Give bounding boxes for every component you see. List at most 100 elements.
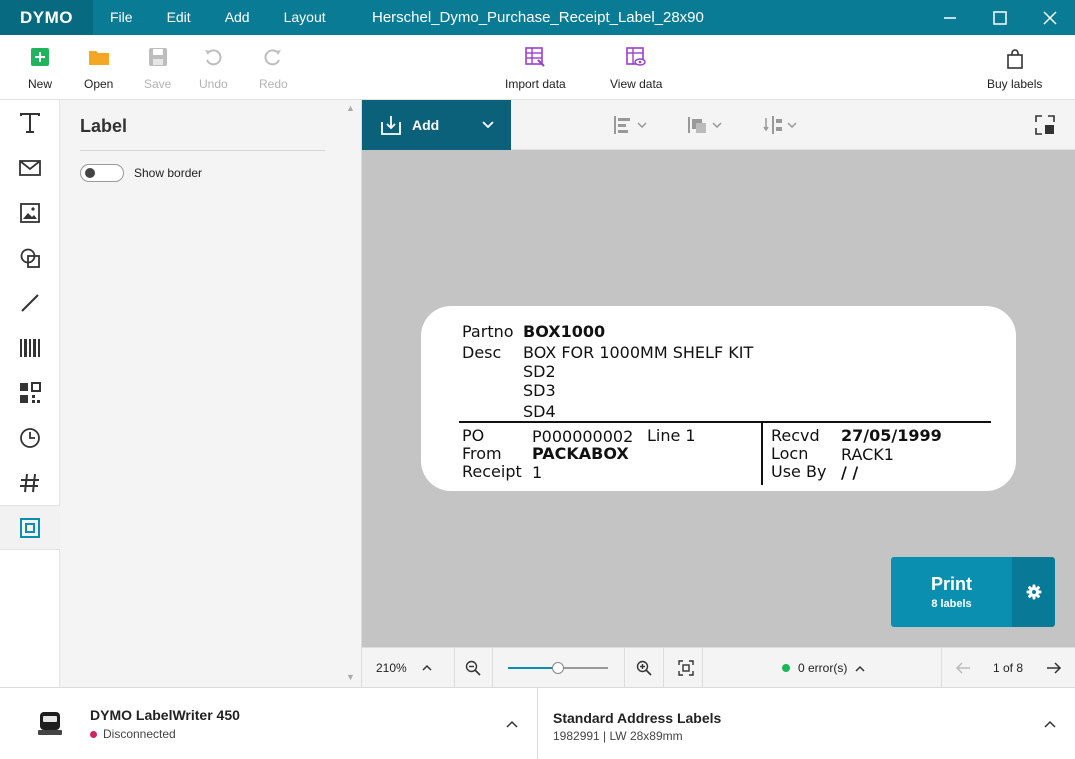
new-icon [28, 45, 52, 69]
chevron-up-icon[interactable] [506, 720, 518, 728]
maximize-button[interactable] [975, 0, 1025, 35]
previous-page-icon[interactable] [955, 662, 971, 674]
locn-value: RACK1 [841, 445, 894, 464]
chevron-down-icon [637, 122, 647, 128]
print-settings-button[interactable] [1012, 557, 1055, 627]
buy-labels-button[interactable]: Buy labels [987, 47, 1042, 91]
zoom-slider-thumb[interactable] [552, 662, 564, 674]
undo-label: Undo [199, 77, 228, 91]
add-label: Add [412, 117, 440, 133]
errors-indicator[interactable]: 0 error(s) [782, 661, 865, 675]
zoom-bar: 210% 0 error(s) 1 of 8 [362, 647, 1075, 688]
useby-value: / / [841, 463, 859, 482]
align-dropdown[interactable] [613, 115, 647, 135]
arrange-dropdown[interactable] [688, 115, 722, 135]
main-toolbar: New Open Save Undo Redo Import data View… [0, 35, 1075, 100]
rail-qr-code[interactable] [0, 370, 60, 415]
dymo-logo: DYMO [0, 0, 93, 35]
shopping-bag-icon [1003, 47, 1027, 71]
import-data-button[interactable]: Import data [505, 45, 566, 91]
chevron-down-icon[interactable] [482, 121, 494, 129]
desc-line-3: SD3 [523, 381, 556, 400]
desc-line-2: SD2 [523, 362, 556, 381]
rail-counter[interactable] [0, 460, 60, 505]
chevron-up-icon[interactable] [1044, 720, 1056, 728]
scroll-down-arrow[interactable]: ▼ [346, 672, 355, 682]
view-data-button[interactable]: View data [610, 45, 662, 91]
page-indicator: 1 of 8 [993, 661, 1024, 675]
from-key: From [462, 444, 502, 463]
undo-button[interactable]: Undo [199, 45, 228, 91]
print-button[interactable]: Print 8 labels [891, 557, 1012, 627]
qr-code-icon [20, 381, 41, 403]
menu-edit[interactable]: Edit [150, 0, 208, 35]
status-bar: DYMO LabelWriter 450 Disconnected Standa… [0, 687, 1075, 759]
show-border-toggle[interactable] [80, 164, 124, 182]
next-page-icon[interactable] [1046, 662, 1062, 674]
title-bar: DYMO File Edit Add Layout Herschel_Dymo_… [0, 0, 1075, 35]
rail-image[interactable] [0, 190, 60, 235]
rail-shapes[interactable] [0, 235, 60, 280]
insert-icon [381, 116, 401, 135]
recvd-key: Recvd [771, 426, 820, 445]
printer-status: Disconnected [90, 727, 176, 741]
rail-text[interactable] [0, 100, 60, 145]
folder-icon [87, 45, 111, 69]
zoom-separator [702, 648, 703, 688]
locn-key: Locn [771, 444, 809, 463]
rail-barcode[interactable] [0, 325, 60, 370]
view-data-label: View data [610, 77, 663, 91]
zoom-slider[interactable] [508, 662, 608, 674]
from-value: PACKABOX [532, 444, 629, 463]
receipt-key: Receipt [462, 462, 522, 481]
rail-date-time[interactable] [0, 415, 60, 460]
po-key: PO [462, 426, 485, 445]
minimize-button[interactable] [925, 0, 975, 35]
zoom-separator [454, 648, 455, 688]
line-icon [21, 293, 39, 312]
chevron-down-icon [787, 122, 797, 128]
object-rail [0, 100, 60, 687]
redo-button[interactable]: Redo [259, 45, 288, 91]
rail-line[interactable] [0, 280, 60, 325]
rail-address[interactable] [0, 145, 60, 190]
maximize-icon [993, 10, 1007, 25]
zoom-out-icon[interactable] [465, 660, 481, 676]
fit-to-window-icon[interactable] [678, 660, 694, 676]
add-object-button[interactable]: Add [362, 100, 511, 150]
label-printer-icon [38, 712, 62, 735]
zoom-in-icon[interactable] [636, 660, 652, 676]
view-data-icon [624, 45, 648, 69]
ok-status-dot [782, 664, 790, 672]
new-button[interactable]: New [28, 45, 52, 91]
horizontal-rule [459, 421, 991, 423]
menu-add[interactable]: Add [208, 0, 267, 35]
label-settings-button[interactable] [1034, 114, 1056, 141]
window-controls [925, 0, 1075, 35]
chevron-up-icon[interactable] [422, 664, 432, 671]
zoom-separator [663, 648, 664, 688]
printer-status-text: Disconnected [103, 727, 176, 741]
label-preview[interactable]: Partno BOX1000 Desc BOX FOR 1000MM SHELF… [421, 306, 1016, 491]
panel-title: Label [80, 116, 128, 136]
undo-icon [201, 45, 225, 69]
new-label: New [28, 77, 53, 91]
save-button[interactable]: Save [144, 45, 171, 91]
save-label: Save [144, 77, 172, 91]
save-icon [146, 45, 170, 69]
open-button[interactable]: Open [84, 45, 113, 91]
chevron-down-icon [712, 122, 722, 128]
import-data-label: Import data [505, 77, 566, 91]
menu-file[interactable]: File [93, 0, 150, 35]
distribute-dropdown[interactable] [763, 115, 797, 135]
print-label: Print [930, 574, 972, 594]
zoom-value[interactable]: 210% [376, 661, 407, 675]
import-data-icon [523, 45, 547, 69]
scroll-up-arrow[interactable]: ▲ [346, 103, 355, 113]
document-title: Herschel_Dymo_Purchase_Receipt_Label_28x… [372, 9, 704, 26]
menu-layout[interactable]: Layout [267, 0, 343, 35]
printer-name: DYMO LabelWriter 450 [90, 707, 240, 723]
rail-label-properties[interactable] [0, 505, 60, 550]
desc-key: Desc [462, 343, 502, 362]
close-button[interactable] [1025, 0, 1075, 35]
